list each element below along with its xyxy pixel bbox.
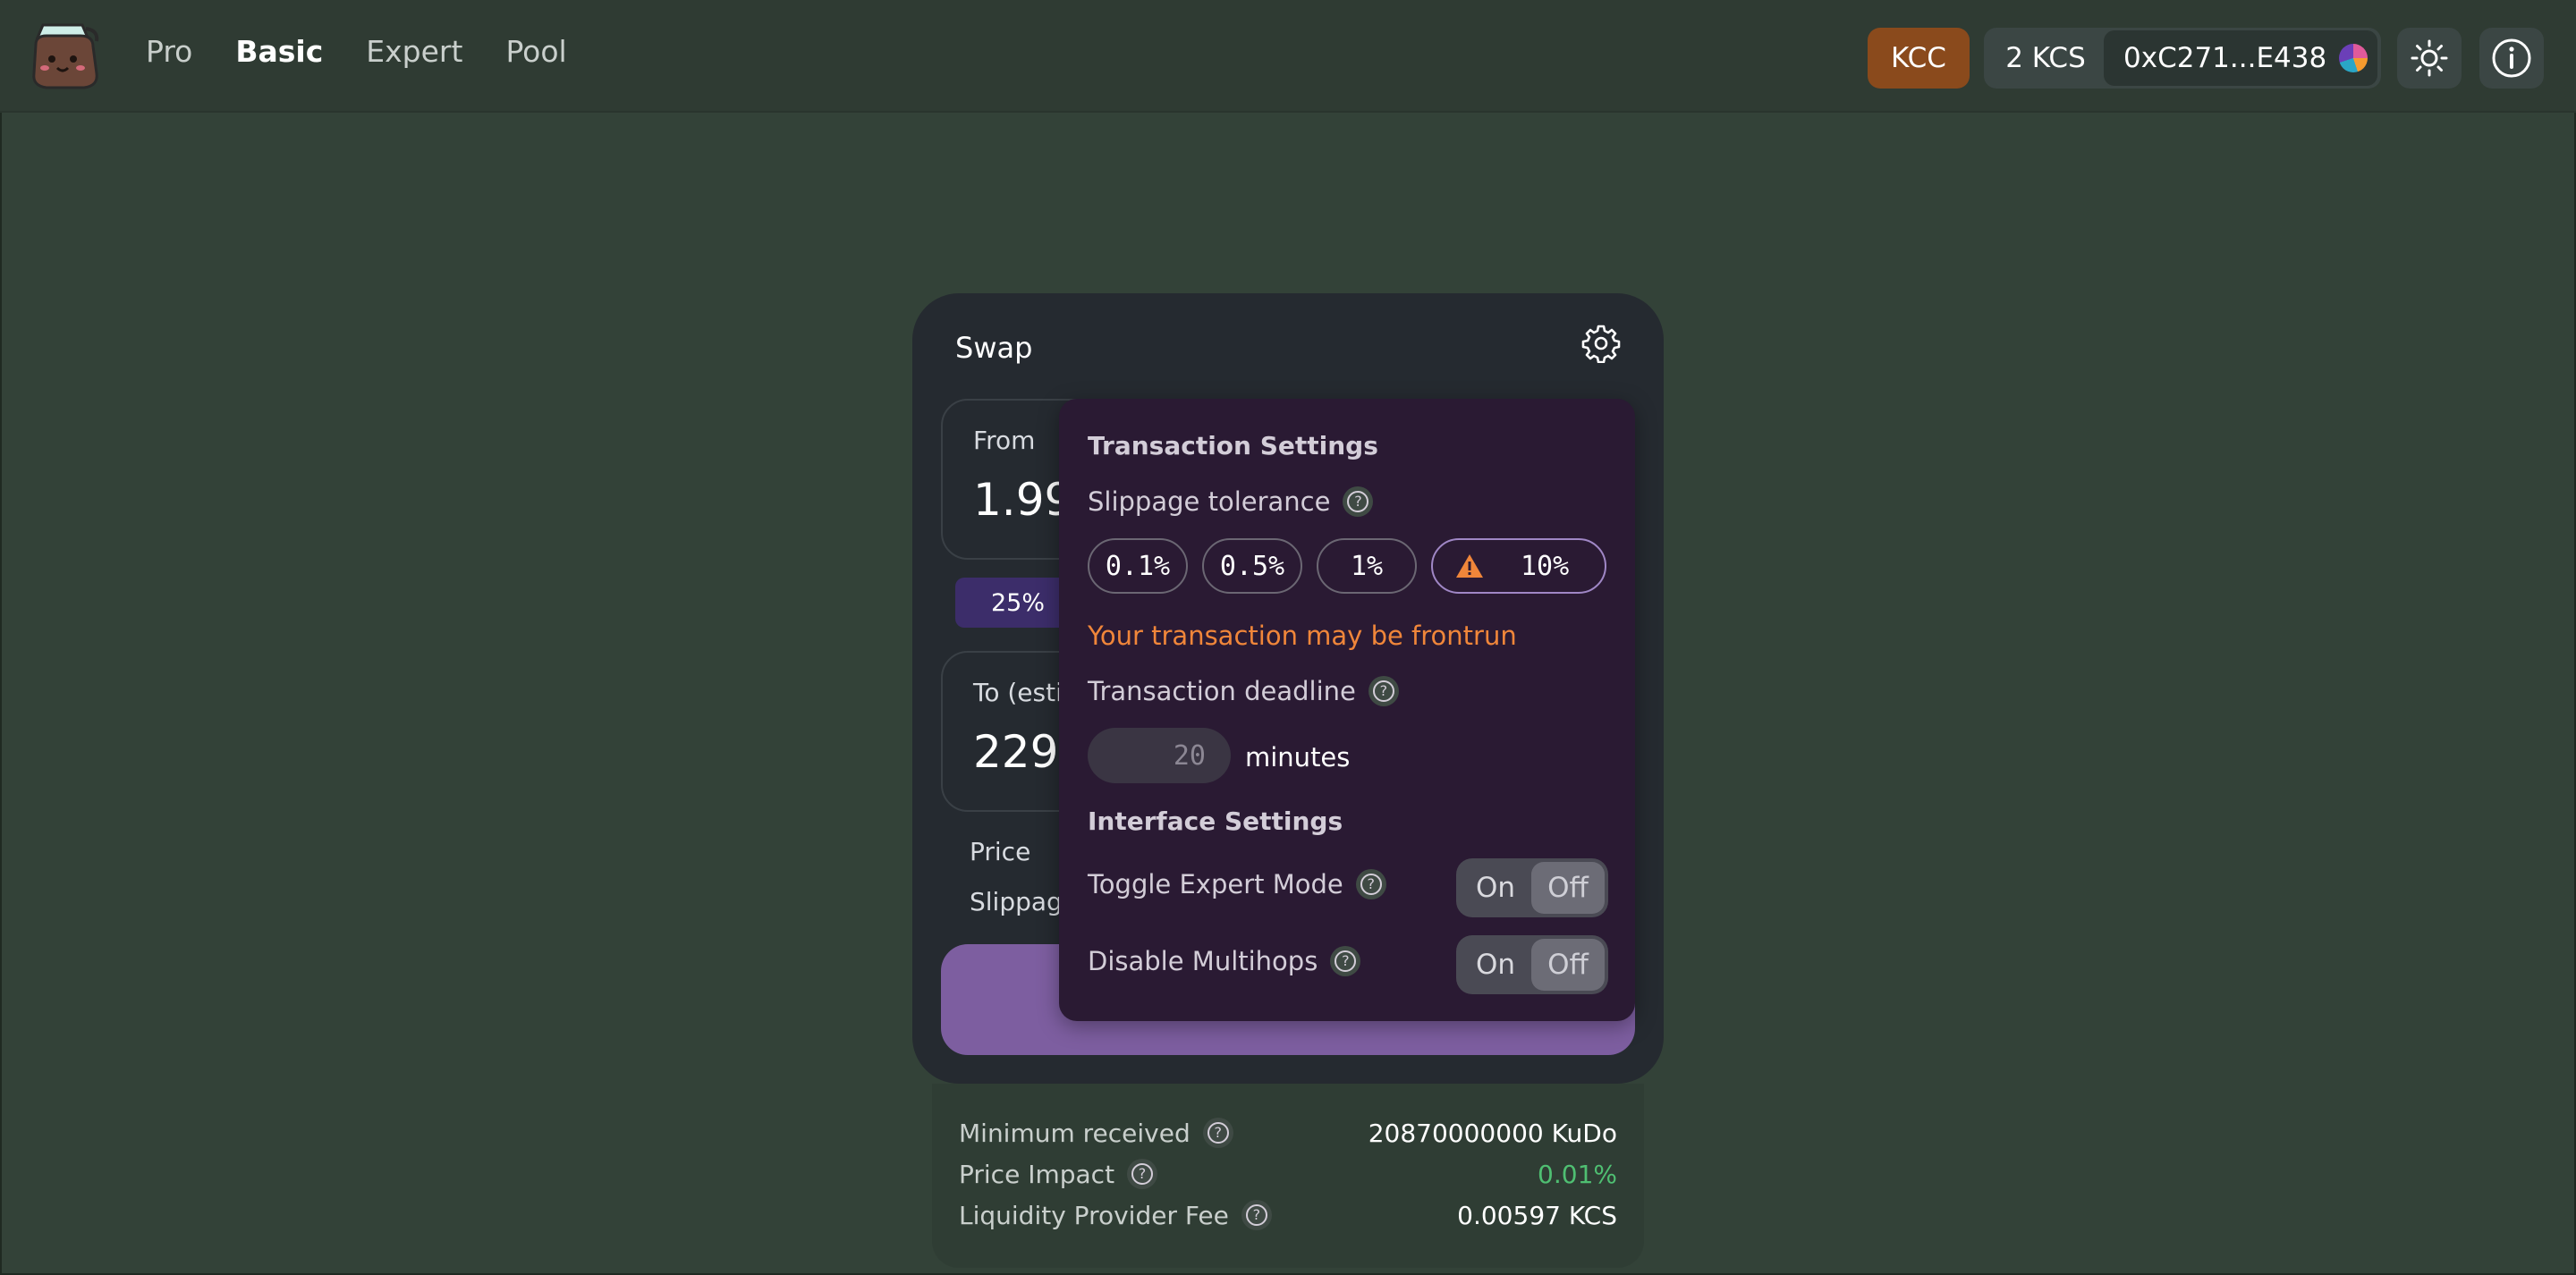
- multihops-label-row: Disable Multihops ?: [1088, 946, 1361, 976]
- toggle-on[interactable]: On: [1460, 949, 1531, 981]
- toggle-on[interactable]: On: [1460, 872, 1531, 904]
- slippage-option-1[interactable]: 1%: [1317, 538, 1417, 594]
- multihops-toggle[interactable]: On Off: [1456, 935, 1608, 994]
- min-received-row: Minimum received ? 20870000000 KuDo: [959, 1118, 1617, 1148]
- to-label: To (esti: [973, 678, 1063, 707]
- settings-title: Transaction Settings: [1088, 431, 1378, 460]
- main-nav: Pro Basic Expert Pool: [146, 34, 567, 69]
- network-button[interactable]: KCC: [1868, 28, 1970, 89]
- nav-pro[interactable]: Pro: [146, 34, 192, 69]
- slippage-option-0-5[interactable]: 0.5%: [1202, 538, 1302, 594]
- price-impact-label: Price Impact: [959, 1159, 1115, 1189]
- slippage-option-0-1[interactable]: 0.1%: [1088, 538, 1188, 594]
- help-icon[interactable]: ?: [1343, 486, 1374, 517]
- slippage-label: Slippag: [970, 887, 1063, 916]
- warning-icon: [1456, 554, 1483, 578]
- price-impact-value: 0.01%: [1538, 1159, 1617, 1189]
- help-icon[interactable]: ?: [1330, 946, 1361, 976]
- custom-slippage-value: 10: [1521, 550, 1554, 582]
- multihops-label: Disable Multihops: [1088, 946, 1318, 976]
- help-icon[interactable]: ?: [1355, 869, 1386, 899]
- theme-toggle-button[interactable]: [2397, 28, 2462, 89]
- min-received-label: Minimum received: [959, 1118, 1191, 1148]
- transaction-settings-popover: Transaction Settings Slippage tolerance …: [1059, 399, 1635, 1021]
- sun-icon: [2411, 39, 2448, 77]
- info-icon: [2492, 38, 2531, 78]
- lp-fee-label: Liquidity Provider Fee: [959, 1200, 1229, 1230]
- custom-slippage-input[interactable]: 10%: [1431, 538, 1606, 594]
- toggle-off[interactable]: Off: [1531, 862, 1605, 914]
- price-label: Price: [970, 837, 1031, 866]
- nav-basic[interactable]: Basic: [235, 34, 323, 69]
- wallet-address-button[interactable]: 0xC271...E438: [2104, 30, 2377, 86]
- expert-mode-label-row: Toggle Expert Mode ?: [1088, 869, 1386, 899]
- custom-slippage-unit: %: [1553, 550, 1570, 582]
- top-bar: Pro Basic Expert Pool KCC 2 KCS 0xC271..…: [0, 0, 2576, 113]
- frontrun-warning: Your transaction may be frontrun: [1088, 621, 1517, 651]
- from-label: From: [973, 426, 1036, 455]
- wallet-avatar: [2339, 44, 2368, 72]
- nav-pool[interactable]: Pool: [505, 34, 566, 69]
- help-icon[interactable]: ?: [1241, 1200, 1272, 1230]
- deadline-input[interactable]: 20: [1088, 728, 1231, 783]
- info-button[interactable]: [2479, 28, 2544, 89]
- deadline-label: Transaction deadline: [1088, 676, 1356, 706]
- wallet-widget: 2 KCS 0xC271...E438: [1984, 28, 2381, 89]
- help-icon[interactable]: ?: [1368, 676, 1399, 706]
- help-icon[interactable]: ?: [1202, 1118, 1233, 1148]
- from-amount-input[interactable]: 1.99: [973, 474, 1072, 526]
- coffee-pot-logo-icon[interactable]: [27, 18, 102, 89]
- gear-icon[interactable]: [1581, 324, 1621, 363]
- help-icon[interactable]: ?: [1127, 1159, 1158, 1189]
- wallet-balance: 2 KCS: [2005, 42, 2086, 74]
- expert-mode-toggle[interactable]: On Off: [1456, 858, 1608, 917]
- deadline-label-row: Transaction deadline ?: [1088, 676, 1399, 706]
- trade-details: Minimum received ? 20870000000 KuDo Pric…: [932, 1084, 1644, 1268]
- deadline-unit: minutes: [1245, 742, 1351, 773]
- expert-mode-label: Toggle Expert Mode: [1088, 869, 1343, 899]
- lp-fee-row: Liquidity Provider Fee ? 0.00597 KCS: [959, 1200, 1617, 1230]
- wallet-address: 0xC271...E438: [2123, 42, 2327, 74]
- toggle-off[interactable]: Off: [1531, 939, 1605, 991]
- min-received-value: 20870000000 KuDo: [1368, 1118, 1617, 1148]
- swap-title: Swap: [955, 331, 1033, 365]
- lp-fee-value: 0.00597 KCS: [1457, 1200, 1617, 1230]
- slippage-tolerance-label-row: Slippage tolerance ?: [1088, 486, 1374, 517]
- slippage-tolerance-label: Slippage tolerance: [1088, 486, 1331, 517]
- interface-settings-title: Interface Settings: [1088, 806, 1343, 836]
- nav-expert[interactable]: Expert: [366, 34, 462, 69]
- price-impact-row: Price Impact ? 0.01%: [959, 1159, 1617, 1189]
